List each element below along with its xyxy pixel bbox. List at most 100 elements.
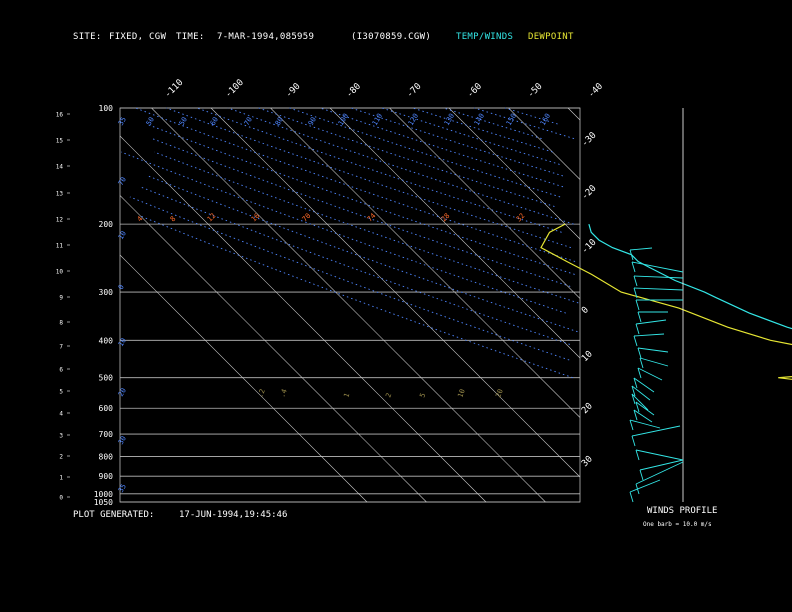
plot-generated-label: PLOT GENERATED: bbox=[73, 510, 155, 520]
mixing-ratio-lower-label: 1 bbox=[342, 392, 351, 399]
mixing-ratio-label: 16 bbox=[250, 212, 262, 224]
dry-adiabat-left-label: 70 bbox=[117, 176, 128, 187]
dry-adiabat-label: 60 bbox=[209, 116, 220, 127]
isotherm-top-label: -90 bbox=[284, 82, 303, 101]
mixing-ratio-label: 8 bbox=[169, 215, 178, 224]
dry-adiabat-label: 90 bbox=[307, 116, 318, 127]
dry-adiabat-label: 150 bbox=[505, 112, 518, 127]
dry-adiabat-label: 50 bbox=[178, 116, 189, 127]
isotherm-right-label: -30 bbox=[580, 131, 599, 150]
dry-adiabat-left-label: 10 bbox=[117, 337, 128, 348]
wind-barb-feather bbox=[637, 311, 642, 323]
mixing-ratio-lower-label: 10 bbox=[456, 388, 466, 399]
mixing-ratio-lower-label: .2 bbox=[256, 388, 266, 399]
isotherm-right-label: 30 bbox=[580, 454, 595, 469]
pressure-label-1050: 1050 bbox=[94, 498, 113, 507]
wind-barb bbox=[629, 247, 653, 251]
isotherm--80 bbox=[329, 107, 581, 359]
pressure-label-700: 700 bbox=[99, 430, 114, 439]
isotherm-right-label: -10 bbox=[580, 238, 599, 257]
wind-barb bbox=[637, 347, 669, 353]
dry-adiabat-label: 130 bbox=[443, 112, 456, 127]
wind-barb bbox=[633, 333, 665, 337]
wind-barb bbox=[631, 385, 651, 401]
dry-adiabat-left-label: 35 bbox=[117, 483, 128, 494]
wind-barb-feather bbox=[637, 347, 642, 359]
pressure-label-500: 500 bbox=[99, 374, 114, 383]
height-label-16: 16 bbox=[56, 112, 64, 119]
mixing-ratio-lower-label: .4 bbox=[278, 388, 288, 399]
height-label-9: 9 bbox=[59, 295, 63, 302]
pressure-label-100: 100 bbox=[99, 104, 114, 113]
height-label-12: 12 bbox=[56, 217, 64, 224]
temperature-line bbox=[588, 223, 792, 330]
dry-adiabat-left-label: 0 bbox=[117, 283, 126, 291]
wind-barb-feather bbox=[629, 491, 634, 503]
isotherm-top-label: -110 bbox=[163, 78, 185, 100]
isotherm-lines bbox=[119, 107, 581, 503]
dry-adiabat-290 bbox=[152, 138, 571, 287]
pressure-label-800: 800 bbox=[99, 452, 114, 461]
dry-adiabat-390 bbox=[381, 107, 560, 165]
isotherm-top-label: -60 bbox=[466, 82, 485, 101]
height-label-0: 0 bbox=[59, 495, 63, 502]
wind-barb bbox=[637, 367, 663, 381]
dry-adiabat-380 bbox=[350, 107, 564, 177]
dry-adiabat-label: 50 bbox=[145, 116, 156, 127]
height-label-6: 6 bbox=[59, 367, 63, 374]
isotherm--110 bbox=[151, 107, 546, 503]
height-label-2: 2 bbox=[59, 454, 63, 461]
isotherm-right-label: 10 bbox=[580, 349, 595, 364]
height-label-14: 14 bbox=[56, 164, 64, 171]
dry-adiabat-240 bbox=[129, 196, 570, 361]
dry-adiabat-300 bbox=[146, 123, 575, 275]
dry-adiabat-label: 35 bbox=[117, 116, 128, 127]
dry-adiabat-label: 100 bbox=[337, 112, 350, 127]
isotherm-right-label: -20 bbox=[580, 184, 599, 203]
dry-adiabat-230 bbox=[139, 215, 573, 379]
height-label-11: 11 bbox=[56, 243, 64, 250]
isotherm-top-label: -40 bbox=[587, 82, 606, 101]
wind-barb bbox=[633, 275, 684, 279]
wind-barb bbox=[631, 425, 681, 437]
dry-adiabat-left-label: 10 bbox=[117, 230, 128, 241]
dry-adiabat-lines bbox=[120, 107, 579, 379]
mixing-ratio-label: 28 bbox=[440, 212, 452, 224]
pressure-label-600: 600 bbox=[99, 404, 114, 413]
isotherm--40 bbox=[567, 107, 581, 121]
pressure-label-900: 900 bbox=[99, 472, 114, 481]
dry-adiabat-label: 140 bbox=[473, 112, 486, 127]
dry-adiabat-left-label: 30 bbox=[117, 435, 128, 446]
wind-barb-feather bbox=[639, 357, 644, 369]
isotherm--130 bbox=[119, 195, 427, 503]
wind-barb bbox=[639, 357, 669, 367]
wind-barb bbox=[635, 449, 684, 461]
height-label-8: 8 bbox=[59, 320, 63, 327]
height-label-1: 1 bbox=[59, 475, 63, 482]
wind-barb-feather bbox=[639, 469, 644, 481]
pressure-label-200: 200 bbox=[99, 220, 114, 229]
dry-adiabat-310 bbox=[135, 107, 576, 262]
wind-barb-feather bbox=[635, 323, 640, 335]
winds-profile-label: WINDS PROFILE bbox=[647, 506, 718, 516]
dry-adiabat-410 bbox=[443, 107, 542, 140]
dry-adiabat-label: 120 bbox=[407, 112, 420, 127]
wind-barb-feather bbox=[633, 335, 638, 347]
winds-profile bbox=[629, 108, 684, 503]
height-label-4: 4 bbox=[59, 411, 63, 418]
dry-adiabat-250 bbox=[140, 186, 571, 345]
isotherm--100 bbox=[210, 107, 581, 478]
height-label-3: 3 bbox=[59, 433, 63, 440]
mixing-ratio-label: 32 bbox=[515, 212, 527, 224]
mixing-ratio-lower-label: 2 bbox=[384, 392, 393, 399]
mixing-ratio-label: 70 bbox=[301, 212, 313, 224]
isotherm--90 bbox=[270, 107, 581, 418]
dry-adiabat-label: 160 bbox=[539, 112, 552, 127]
isotherm-right-label: 0 bbox=[580, 305, 591, 316]
plot-frame bbox=[119, 107, 581, 503]
height-label-15: 15 bbox=[56, 138, 64, 145]
height-label-7: 7 bbox=[59, 344, 63, 351]
height-label-13: 13 bbox=[56, 191, 64, 198]
wind-barb bbox=[629, 479, 661, 493]
mixing-ratio-lower-label: 20 bbox=[494, 388, 504, 399]
